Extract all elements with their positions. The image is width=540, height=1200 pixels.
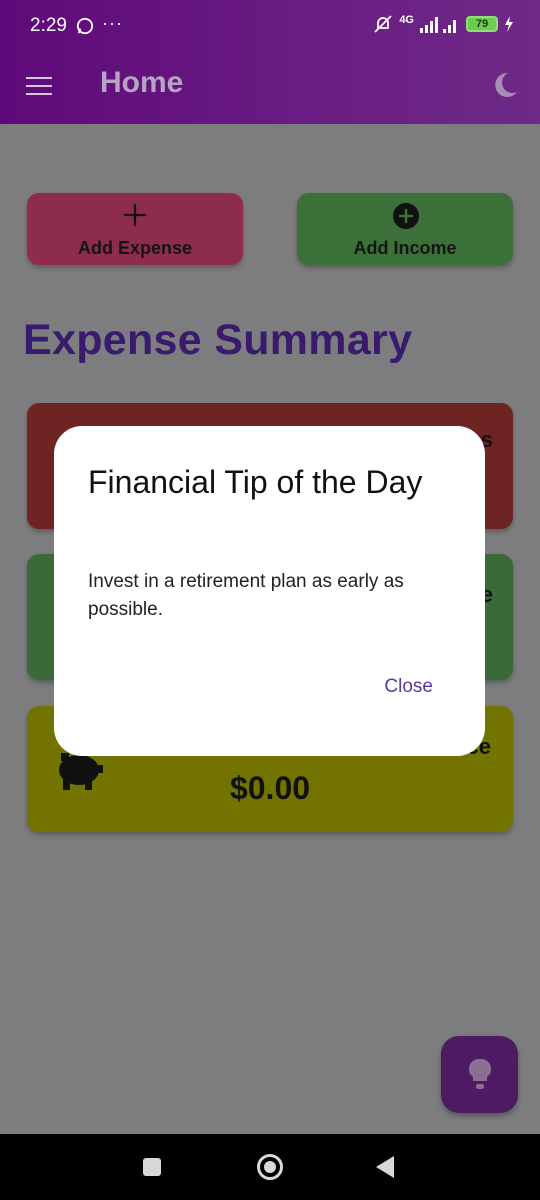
mute-icon	[374, 15, 392, 33]
signal-icon	[420, 17, 456, 33]
status-time: 2:29	[30, 15, 67, 36]
system-nav-bar	[0, 1134, 540, 1200]
tip-fab-button[interactable]	[441, 1036, 518, 1113]
add-expense-label: Add Expense	[77, 238, 193, 258]
balance-amount: $0.00	[229, 770, 311, 806]
back-icon[interactable]	[376, 1156, 394, 1178]
home-icon[interactable]	[257, 1154, 283, 1180]
expense-summary-heading: Expense Summary	[23, 316, 413, 364]
add-income-button[interactable]: Add Income	[297, 193, 513, 265]
status-right: 4G 79	[373, 14, 514, 34]
dialog-body: Invest in a retirement plan as early as …	[88, 571, 404, 620]
plus-icon	[124, 204, 146, 226]
status-more: ···	[102, 13, 123, 33]
network-type: 4G	[399, 14, 414, 26]
financial-tip-dialog: Financial Tip of the Day Invest in a ret…	[54, 426, 485, 756]
whatsapp-icon	[76, 17, 94, 35]
charging-icon	[505, 16, 513, 32]
lightbulb-icon	[468, 1058, 492, 1089]
close-button[interactable]: Close	[384, 676, 433, 698]
battery-icon: 79	[466, 16, 498, 32]
dialog-title: Financial Tip of the Day	[88, 464, 423, 500]
recent-apps-icon[interactable]	[143, 1158, 161, 1176]
add-income-label: Add Income	[353, 238, 457, 258]
plus-circle-icon	[393, 203, 419, 229]
moon-icon[interactable]	[490, 70, 520, 100]
app-bar: 2:29 ··· 4G 79 Home	[0, 0, 540, 124]
status-bar: 2:29 ··· 4G 79	[0, 0, 540, 54]
add-expense-button[interactable]: Add Expense	[27, 193, 243, 265]
menu-icon[interactable]	[26, 77, 52, 97]
page-title: Home	[100, 66, 184, 99]
